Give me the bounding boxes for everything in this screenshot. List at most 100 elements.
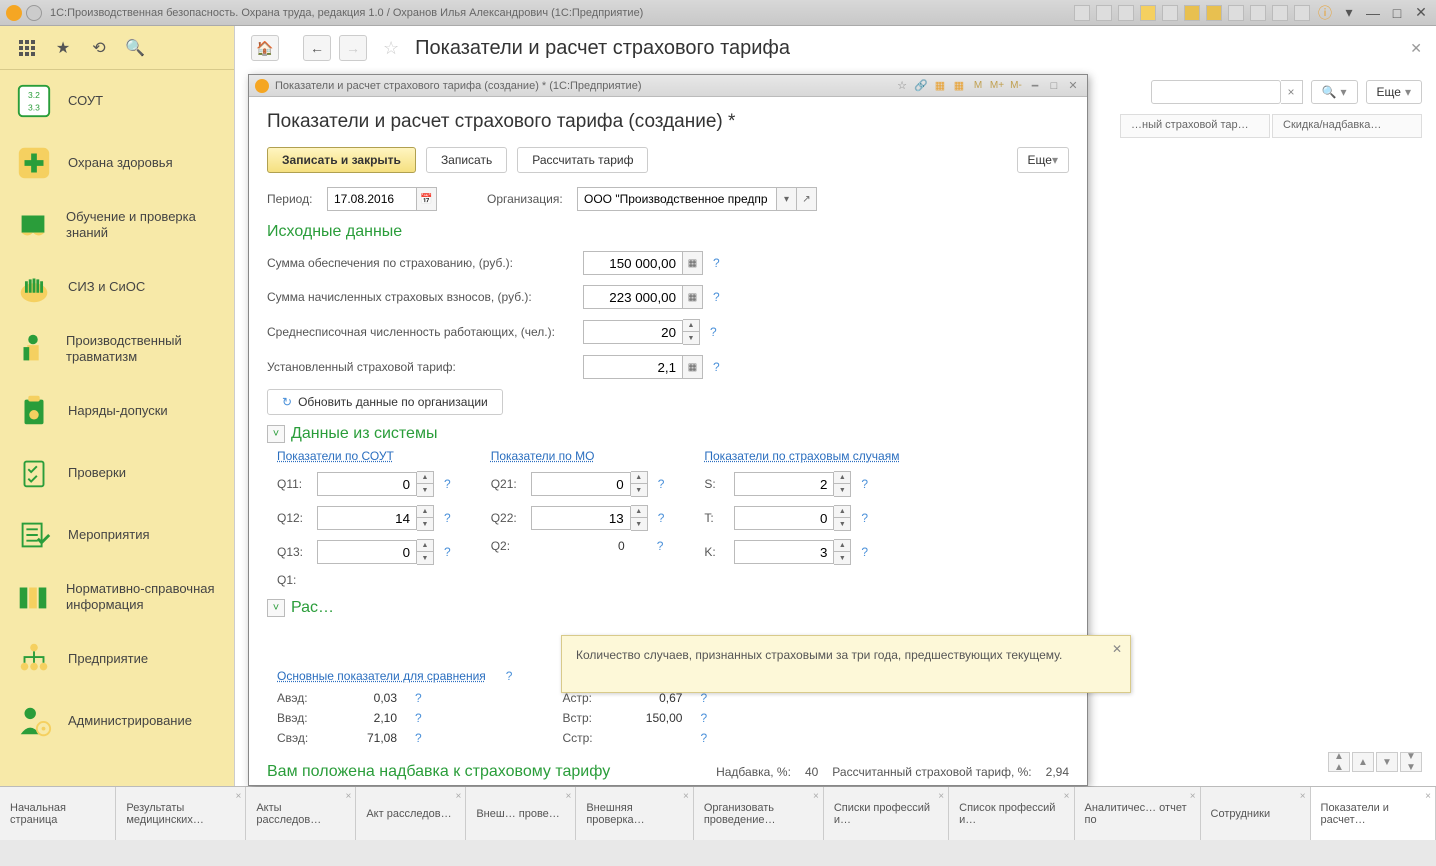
- help-icon[interactable]: ?: [700, 711, 707, 725]
- bottom-tab[interactable]: Списки профессий и…×: [824, 787, 949, 840]
- dialog-tool-mplus[interactable]: M+: [989, 78, 1005, 94]
- bottom-tab[interactable]: Аналитичес… отчет по×: [1075, 787, 1201, 840]
- toolbar-calc-icon[interactable]: [1184, 5, 1200, 21]
- sidebar-item-enterprise[interactable]: Предприятие: [0, 628, 234, 690]
- tab-close-button[interactable]: ×: [1064, 791, 1070, 802]
- mo-indicators-link[interactable]: Показатели по МО: [491, 449, 595, 463]
- toolbar-calendar-icon[interactable]: [1206, 5, 1222, 21]
- avg-count-input[interactable]: [583, 320, 683, 344]
- sidebar-item-admin[interactable]: Администрирование: [0, 690, 234, 752]
- k-input[interactable]: [734, 540, 834, 564]
- more-button[interactable]: Еще: [1017, 147, 1069, 173]
- history-icon[interactable]: ⟲: [90, 39, 108, 57]
- dialog-tool-calc[interactable]: ▦: [932, 78, 948, 94]
- dialog-minimize[interactable]: 🗕: [1027, 78, 1043, 94]
- back-button[interactable]: ←: [303, 35, 331, 61]
- tariff-input[interactable]: [583, 355, 683, 379]
- org-open-button[interactable]: ↗: [797, 187, 817, 211]
- tab-close-button[interactable]: ×: [683, 791, 689, 802]
- bottom-tab[interactable]: Показатели и расчет…×: [1311, 787, 1436, 840]
- tab-close-button[interactable]: ×: [813, 791, 819, 802]
- bottom-tab[interactable]: Внеш… прове…×: [466, 787, 576, 840]
- toolbar-icon-3[interactable]: [1118, 5, 1134, 21]
- tab-close-button[interactable]: ×: [1425, 791, 1431, 802]
- help-icon[interactable]: ?: [444, 511, 451, 525]
- sidebar-item-trauma[interactable]: Производственный травматизм: [0, 318, 234, 380]
- app-menu-dropdown[interactable]: [26, 5, 42, 21]
- spinner[interactable]: ▲▼: [631, 505, 648, 531]
- help-icon[interactable]: ?: [444, 545, 451, 559]
- period-input[interactable]: [327, 187, 417, 211]
- help-icon[interactable]: ⓘ: [1316, 5, 1334, 21]
- q21-input[interactable]: [531, 472, 631, 496]
- bottom-tab[interactable]: Сотрудники×: [1201, 787, 1311, 840]
- help-icon[interactable]: ?: [713, 256, 720, 270]
- help-icon[interactable]: ?: [713, 290, 720, 304]
- sidebar-item-permits[interactable]: Наряды-допуски: [0, 380, 234, 442]
- tab-close-button[interactable]: ×: [1300, 791, 1306, 802]
- scroll-up-button[interactable]: ▲: [1352, 752, 1374, 772]
- column-header-discount[interactable]: Скидка/надбавка…: [1272, 114, 1422, 138]
- favorite-star-icon[interactable]: ☆: [383, 38, 399, 59]
- sum-insurance-input[interactable]: [583, 251, 683, 275]
- bottom-tab[interactable]: Акты расследов…×: [246, 787, 356, 840]
- help-icon[interactable]: ?: [713, 360, 720, 374]
- spinner[interactable]: ▲▼: [417, 471, 434, 497]
- help-icon[interactable]: ?: [658, 511, 665, 525]
- scroll-top-button[interactable]: ▲▲: [1328, 752, 1350, 772]
- s-input[interactable]: [734, 472, 834, 496]
- column-header-tariff[interactable]: …ный страховой тар…: [1120, 114, 1270, 138]
- refresh-org-button[interactable]: ↻Обновить данные по организации: [267, 389, 503, 415]
- bottom-tab[interactable]: Организовать проведение…×: [694, 787, 824, 840]
- bottom-tab[interactable]: Внешняя проверка…×: [576, 787, 694, 840]
- dialog-maximize[interactable]: □: [1046, 78, 1062, 94]
- tab-close-button[interactable]: ×: [236, 791, 242, 802]
- more-button[interactable]: Еще▾: [1366, 80, 1422, 104]
- spinner[interactable]: ▲▼: [834, 505, 851, 531]
- q22-input[interactable]: [531, 506, 631, 530]
- org-dropdown-button[interactable]: ▾: [777, 187, 797, 211]
- forward-button[interactable]: →: [339, 35, 367, 61]
- calc-icon[interactable]: ▦: [683, 285, 703, 309]
- q11-input[interactable]: [317, 472, 417, 496]
- help-icon[interactable]: ?: [861, 477, 868, 491]
- home-button[interactable]: 🏠: [251, 35, 279, 61]
- tab-close-button[interactable]: ×: [1190, 791, 1196, 802]
- toolbar-panels-icon[interactable]: [1294, 5, 1310, 21]
- spinner[interactable]: ▲▼: [417, 505, 434, 531]
- tooltip-close-button[interactable]: ✕: [1112, 642, 1122, 656]
- tab-close-button[interactable]: ×: [456, 791, 462, 802]
- help-icon[interactable]: ?: [415, 731, 422, 745]
- help-icon[interactable]: ?: [700, 691, 707, 705]
- collapse-system-button[interactable]: ˅: [267, 425, 285, 443]
- calculate-button[interactable]: Рассчитать тариф: [517, 147, 648, 173]
- favorite-star-icon[interactable]: ★: [54, 39, 72, 57]
- insurance-cases-link[interactable]: Показатели по страховым случаям: [704, 449, 899, 463]
- sidebar-item-sout[interactable]: 3.23.3 СОУТ: [0, 70, 234, 132]
- help-icon[interactable]: ?: [861, 511, 868, 525]
- org-input[interactable]: [577, 187, 777, 211]
- help-icon[interactable]: ?: [658, 477, 665, 491]
- dialog-titlebar[interactable]: Показатели и расчет страхового тарифа (с…: [249, 75, 1087, 97]
- bottom-tab[interactable]: Акт расследов…×: [356, 787, 466, 840]
- bottom-tab[interactable]: Результаты медицинских…×: [116, 787, 246, 840]
- help-icon[interactable]: ?: [415, 711, 422, 725]
- sidebar-item-events[interactable]: Мероприятия: [0, 504, 234, 566]
- apps-grid-icon[interactable]: [18, 39, 36, 57]
- spinner[interactable]: ▲▼: [834, 471, 851, 497]
- calc-icon[interactable]: ▦: [683, 251, 703, 275]
- t-input[interactable]: [734, 506, 834, 530]
- tab-close-button[interactable]: ×: [938, 791, 944, 802]
- dialog-tool-mminus[interactable]: M-: [1008, 78, 1024, 94]
- q12-input[interactable]: [317, 506, 417, 530]
- help-icon[interactable]: ?: [657, 539, 664, 553]
- collapse-ras-button[interactable]: ˅: [267, 599, 285, 617]
- calendar-icon[interactable]: 📅: [417, 187, 437, 211]
- help-icon[interactable]: ?: [861, 545, 868, 559]
- scroll-down-button[interactable]: ▼: [1376, 752, 1398, 772]
- sidebar-item-health[interactable]: Охрана здоровья: [0, 132, 234, 194]
- sidebar-item-checks[interactable]: Проверки: [0, 442, 234, 504]
- help-icon[interactable]: ?: [700, 731, 707, 745]
- maximize-button[interactable]: □: [1388, 5, 1406, 21]
- dropdown-icon[interactable]: ▾: [1340, 5, 1358, 21]
